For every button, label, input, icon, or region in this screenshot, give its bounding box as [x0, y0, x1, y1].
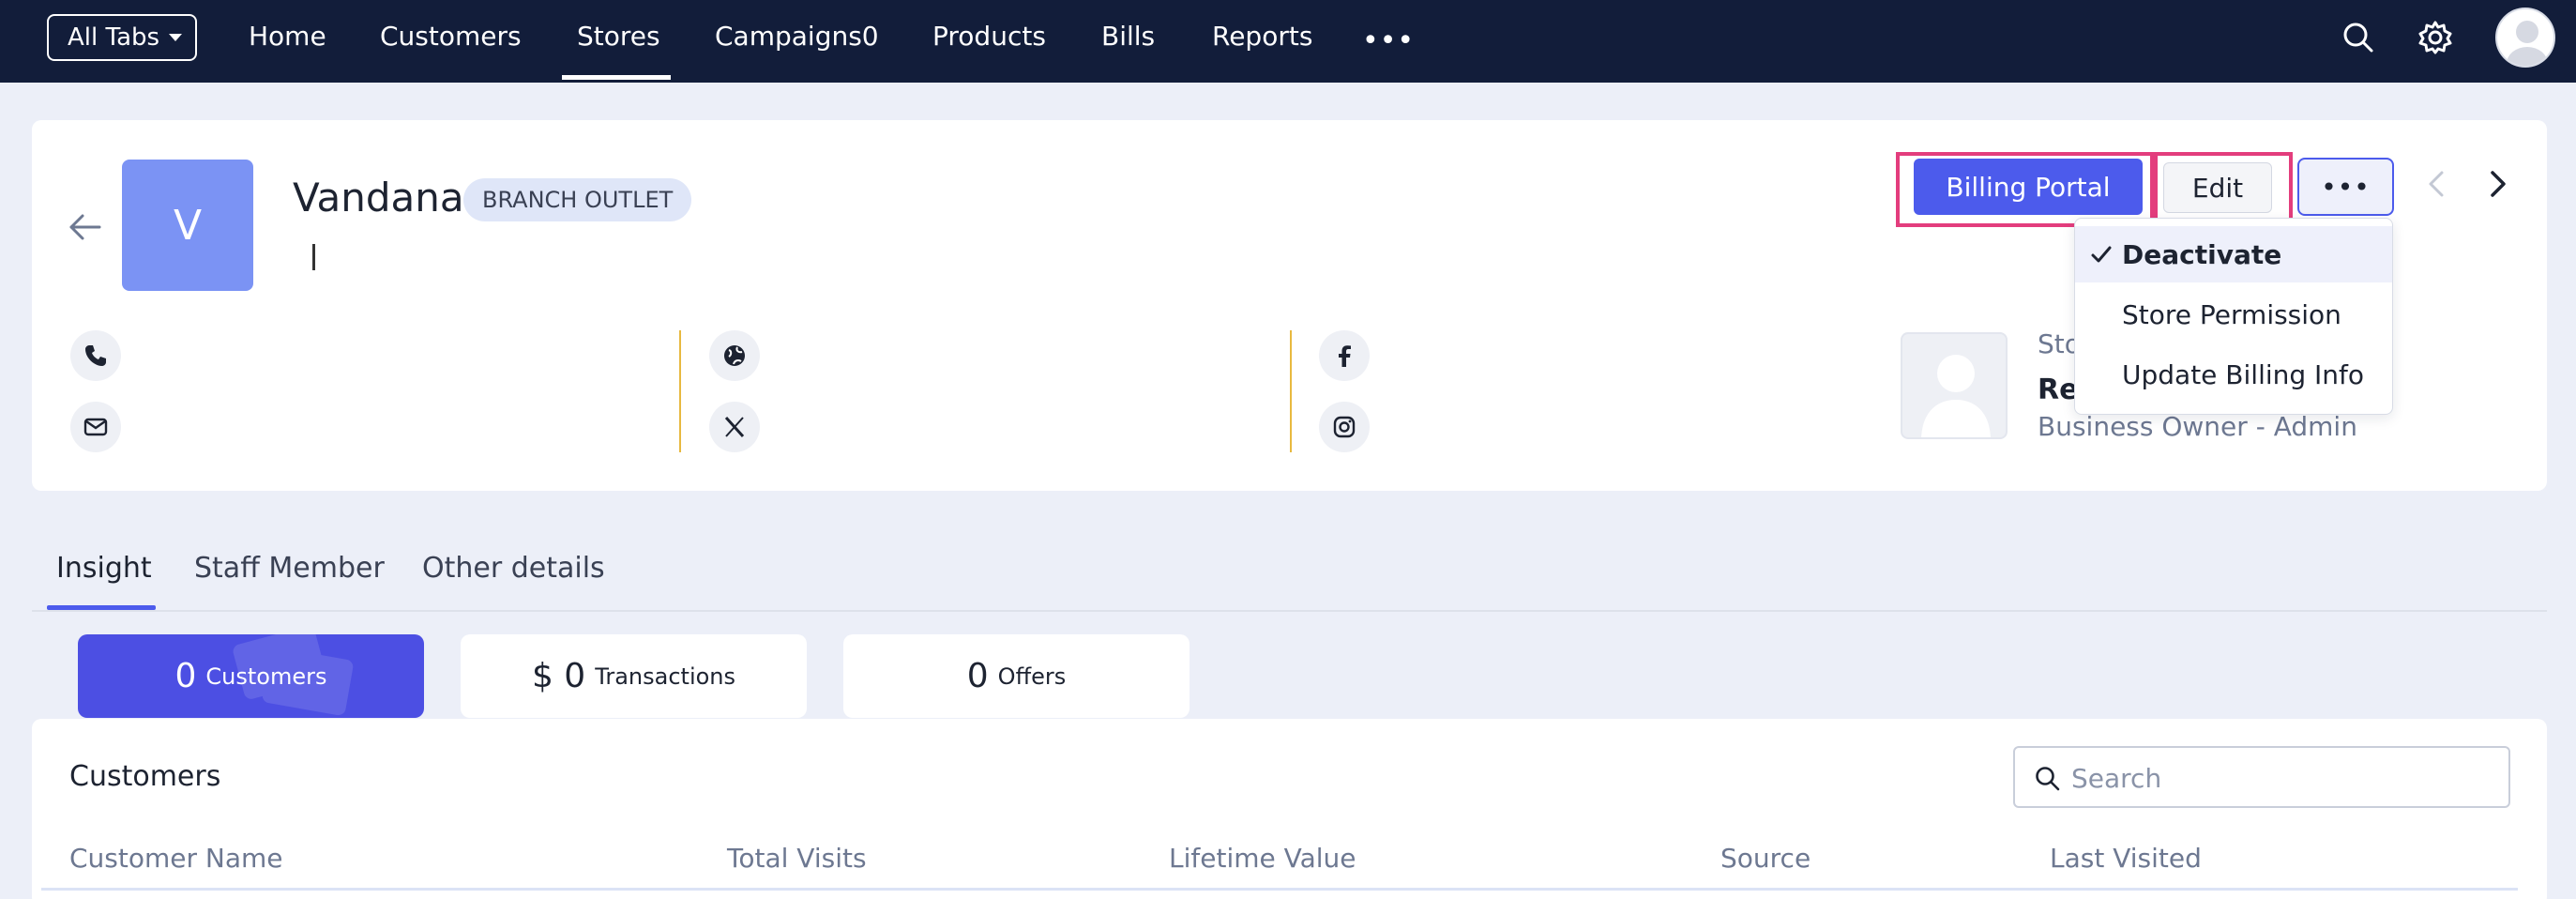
text-cursor	[312, 244, 315, 270]
nav-products[interactable]: Products	[932, 21, 1046, 52]
owner-role: Business Owner - Admin	[2038, 411, 2357, 442]
nav-bills[interactable]: Bills	[1101, 21, 1155, 52]
billing-portal-button[interactable]: Billing Portal	[1914, 159, 2143, 215]
nav-home[interactable]: Home	[249, 21, 326, 52]
table-header-divider	[41, 888, 2518, 891]
actions-dropdown-menu: Deactivate Store Permission Update Billi…	[2074, 218, 2393, 415]
column-header-source[interactable]: Source	[1720, 843, 1811, 874]
tab-insight[interactable]: Insight	[56, 552, 152, 585]
nav-customers[interactable]: Customers	[380, 21, 522, 52]
search-icon[interactable]	[2340, 19, 2377, 56]
edit-button[interactable]: Edit	[2163, 162, 2272, 213]
store-avatar: V	[122, 160, 253, 291]
check-icon	[2091, 246, 2112, 263]
user-avatar-icon[interactable]	[2495, 8, 2555, 68]
stat-card-customers[interactable]: 0 Customers	[78, 634, 424, 718]
column-header-lifetime-value[interactable]: Lifetime Value	[1169, 843, 1356, 874]
column-header-customer-name[interactable]: Customer Name	[69, 843, 283, 874]
menu-item-label: Store Permission	[2122, 298, 2341, 330]
tab-other-details[interactable]: Other details	[422, 552, 605, 585]
stat-card-offers[interactable]: 0 Offers	[843, 634, 1190, 718]
tab-staff-member[interactable]: Staff Member	[194, 552, 385, 585]
back-arrow-icon[interactable]	[66, 208, 103, 246]
search-input[interactable]	[2071, 759, 2493, 797]
more-dots-icon[interactable]: •••	[1362, 24, 1415, 57]
x-twitter-icon[interactable]	[709, 402, 760, 452]
nav-stores[interactable]: Stores	[577, 21, 660, 52]
search-field[interactable]	[2013, 746, 2510, 808]
phone-icon[interactable]	[70, 330, 121, 381]
menu-item-update-billing-info[interactable]: Update Billing Info	[2075, 346, 2392, 403]
divider	[1290, 330, 1292, 452]
stat-value: 0	[966, 657, 989, 695]
divider	[679, 330, 681, 452]
chevron-right-icon[interactable]	[2478, 165, 2516, 203]
nav-campaigns[interactable]: Campaigns0	[715, 21, 879, 52]
stat-card-transactions[interactable]: $ 0 Transactions	[461, 634, 807, 718]
column-header-last-visited[interactable]: Last Visited	[2050, 843, 2202, 874]
all-tabs-dropdown[interactable]: All Tabs	[47, 14, 197, 61]
gear-icon[interactable]	[2417, 19, 2454, 56]
owner-avatar	[1901, 332, 2008, 439]
search-icon	[2036, 767, 2060, 791]
menu-item-label: Update Billing Info	[2122, 358, 2365, 390]
stat-label: Transactions	[595, 663, 736, 690]
all-tabs-label: All Tabs	[68, 23, 160, 52]
owner-label: Sto	[2038, 328, 2075, 359]
menu-item-deactivate[interactable]: Deactivate	[2075, 226, 2392, 282]
facebook-icon[interactable]	[1319, 330, 1370, 381]
stat-value: 0	[174, 657, 197, 695]
instagram-icon[interactable]	[1319, 402, 1370, 452]
tabs-divider	[32, 610, 2547, 612]
section-title: Customers	[69, 760, 221, 793]
email-icon[interactable]	[70, 402, 121, 452]
stat-label: Offers	[997, 663, 1067, 690]
more-actions-button[interactable]: •••	[2297, 158, 2394, 216]
column-header-total-visits[interactable]: Total Visits	[727, 843, 867, 874]
decorative-pattern	[233, 634, 354, 716]
chevron-left-icon[interactable]	[2418, 165, 2456, 203]
globe-icon[interactable]	[709, 330, 760, 381]
owner-name: Re	[2038, 373, 2075, 406]
menu-item-store-permission[interactable]: Store Permission	[2075, 286, 2392, 343]
top-nav: All Tabs Home Customers Stores Campaigns…	[0, 0, 2576, 83]
store-name: Vandana	[293, 175, 464, 221]
tab-active-underline	[47, 605, 156, 610]
nav-active-underline	[562, 75, 671, 80]
branch-badge: BRANCH OUTLET	[463, 178, 692, 221]
nav-reports[interactable]: Reports	[1212, 21, 1312, 52]
menu-item-label: Deactivate	[2122, 238, 2282, 270]
caret-down-icon	[169, 34, 183, 41]
stat-value: $ 0	[531, 657, 586, 695]
